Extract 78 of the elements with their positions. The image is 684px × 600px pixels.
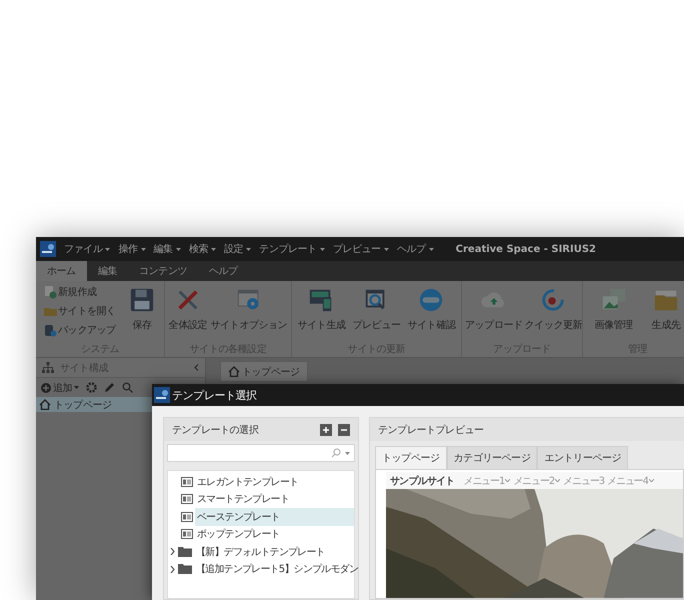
ribbon-button[interactable]: 全体設定: [168, 285, 208, 334]
menu-item[interactable]: 編集: [154, 242, 181, 256]
refresh-icon: [540, 287, 566, 313]
caret-icon: [246, 248, 252, 250]
plus-circle-icon: [41, 382, 51, 392]
caret-icon: [176, 248, 181, 250]
site-menu-item[interactable]: メニュー2: [513, 474, 560, 488]
caret-icon: [211, 248, 216, 250]
search-field[interactable]: [167, 444, 355, 462]
ribbon-button[interactable]: アップロード: [464, 285, 524, 334]
menu-item[interactable]: テンプレート: [259, 242, 325, 256]
ribbon-button[interactable]: サイト生成: [296, 285, 346, 334]
template-list-item[interactable]: 【新】デフォルトテンプレート: [168, 543, 354, 561]
menu-item[interactable]: ファイル: [64, 242, 110, 256]
ribbon-button[interactable]: 画像管理: [593, 285, 634, 334]
panel-title: テンプレートプレビュー: [378, 424, 485, 437]
menu-item[interactable]: ヘルプ: [396, 242, 434, 256]
ribbon-small-button[interactable]: 新規作成: [44, 285, 116, 299]
database-icon: [44, 324, 58, 336]
ribbon-button[interactable]: サイト確認: [406, 285, 456, 334]
caret-icon: [74, 386, 80, 389]
ribbon-button[interactable]: サイトオプション: [209, 285, 288, 334]
ribbon-button[interactable]: 生成先: [650, 285, 682, 334]
plus-icon: [322, 426, 330, 434]
ribbon-button[interactable]: 保存: [128, 285, 156, 334]
menu-item[interactable]: 設定: [224, 242, 252, 256]
folder-icon: [178, 546, 192, 557]
caret-icon: [384, 248, 389, 250]
page-tab[interactable]: トップページ: [220, 361, 308, 382]
template-icon: [181, 476, 193, 487]
home-icon: [39, 399, 51, 410]
ribbon-small-button[interactable]: サイトを開く: [44, 304, 116, 318]
site-menu-item[interactable]: メニュー3: [563, 474, 604, 488]
menu-item[interactable]: 検索: [188, 242, 216, 256]
ribbon-tab[interactable]: ホーム: [36, 261, 87, 281]
pencil-icon[interactable]: [104, 382, 116, 393]
template-list-item[interactable]: ポップテンプレート: [168, 526, 354, 544]
settings-icon[interactable]: [86, 382, 98, 393]
menu-item[interactable]: 操作: [118, 242, 146, 256]
preview-tab[interactable]: エントリーページ: [537, 446, 628, 470]
folder-icon: [178, 564, 192, 574]
add-button[interactable]: 追加: [41, 380, 80, 394]
collapsed-chevron-icon[interactable]: [170, 566, 176, 573]
caret-icon: [345, 452, 350, 455]
search-icon[interactable]: [122, 382, 134, 393]
search-icon: [331, 448, 341, 458]
panel-title: テンプレートの選択: [172, 424, 260, 437]
collapse-icon[interactable]: [194, 364, 199, 371]
ribbon-small-button[interactable]: バックアップ: [44, 323, 116, 337]
window-title: Creative Space - SIRIUS2: [456, 244, 596, 254]
collapsed-chevron-icon[interactable]: [170, 548, 176, 556]
ribbon-tab[interactable]: 編集: [86, 261, 128, 281]
template-icon: [181, 494, 193, 504]
preview-tab[interactable]: トップページ: [375, 446, 447, 470]
template-icon: [181, 529, 193, 540]
menu-item[interactable]: プレビュー: [332, 242, 389, 256]
template-list-item[interactable]: エレガントテンプレート: [168, 473, 354, 491]
ribbon-tab[interactable]: ヘルプ: [198, 261, 249, 281]
template-list-item[interactable]: スマートテンプレート: [168, 490, 354, 508]
site-name: サンプルサイト: [390, 474, 454, 488]
caret-icon: [105, 248, 110, 250]
ribbon-button[interactable]: クイック更新: [524, 285, 584, 334]
expand-all-button[interactable]: [320, 424, 332, 436]
template-icon: [181, 512, 193, 522]
ribbon-tab[interactable]: コンテンツ: [128, 261, 198, 281]
sitemap-icon: [42, 362, 54, 374]
app-logo-icon: [40, 241, 56, 257]
caret-icon: [428, 248, 434, 250]
ribbon-button[interactable]: プレビュー: [351, 285, 402, 334]
home-icon: [228, 366, 240, 377]
collapse-all-button[interactable]: [338, 424, 350, 436]
site-menu-item[interactable]: メニュー1: [463, 474, 510, 488]
preview-tab[interactable]: カテゴリーページ: [446, 446, 538, 470]
caret-icon: [140, 248, 146, 250]
site-menu-item[interactable]: メニュー4: [607, 474, 654, 488]
caret-icon: [320, 248, 325, 250]
app-logo-icon: [154, 387, 170, 404]
new-file-icon: [44, 286, 58, 298]
